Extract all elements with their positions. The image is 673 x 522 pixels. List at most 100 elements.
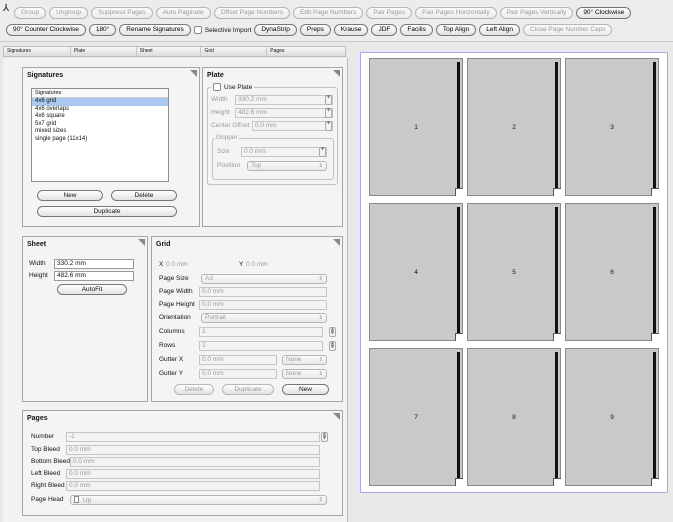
list-item[interactable]: 4x6 overlaps: [32, 106, 168, 114]
signatures-list-header: Signatures: [32, 89, 168, 98]
rows-field[interactable]: 1: [199, 341, 323, 351]
page-tile[interactable]: 4: [369, 203, 463, 341]
top-bleed-field[interactable]: 0.0 mm: [66, 445, 320, 455]
bottom-bleed-field[interactable]: 0.0 mm: [70, 457, 320, 467]
page-tile[interactable]: 1: [369, 58, 463, 196]
panel-resize-icon[interactable]: [190, 70, 197, 77]
gutter-x-mode-select[interactable]: None ⇕: [282, 355, 327, 365]
list-item[interactable]: single page (11x14): [32, 136, 168, 144]
page-size-select[interactable]: A3 ⇕: [201, 274, 327, 284]
delete-signature-button[interactable]: Delete: [111, 190, 177, 201]
use-plate-checkbox[interactable]: Use Plate: [211, 83, 255, 91]
auto-paginate-button[interactable]: Auto Paginate: [155, 7, 211, 19]
panel-resize-icon[interactable]: [333, 239, 340, 246]
selective-import-checkbox[interactable]: Selective Import: [193, 26, 252, 34]
plate-width-field[interactable]: 330.2 mm: [235, 95, 333, 105]
grid-x-field[interactable]: 0.0 mm: [166, 261, 188, 268]
list-item[interactable]: mixed sizes: [32, 128, 168, 136]
gripper-position-select[interactable]: Top ⇕: [247, 161, 327, 171]
new-grid-button[interactable]: New: [282, 384, 329, 395]
page-tile[interactable]: 3: [565, 58, 659, 196]
page-tile[interactable]: 6: [565, 203, 659, 341]
page-tile[interactable]: 2: [467, 58, 561, 196]
suppress-pages-button[interactable]: Suppress Pages: [91, 7, 153, 19]
list-item[interactable]: 5x7 grid: [32, 121, 168, 129]
column-sheet[interactable]: Sheet: [137, 47, 202, 56]
rename-signatures-button[interactable]: Rename Signatures: [119, 24, 191, 36]
rows-stepper-icon[interactable]: ▲ ▼: [329, 341, 336, 351]
panel-resize-icon[interactable]: [333, 70, 340, 77]
page-width-field[interactable]: 0.0 mm: [199, 287, 327, 297]
edit-page-numbers-button[interactable]: Edit Page Numbers: [292, 7, 364, 19]
checkbox-box[interactable]: [213, 83, 221, 91]
panel-resize-icon[interactable]: [138, 239, 145, 246]
column-pages[interactable]: Pages: [267, 47, 345, 56]
group-button[interactable]: Group: [14, 7, 47, 19]
grid-y-field[interactable]: 0.0 mm: [246, 261, 268, 268]
list-item[interactable]: 4x6 grid: [32, 98, 168, 106]
delete-grid-button[interactable]: Delete: [174, 384, 214, 395]
page-number-field[interactable]: -1: [66, 432, 320, 442]
sheet-height-field[interactable]: 482.6 mm: [54, 271, 134, 281]
column-grid[interactable]: Grid: [201, 47, 268, 56]
page-tile[interactable]: 5: [467, 203, 561, 341]
pair-pages-horizontally-button[interactable]: Pair Pages Horizontally: [415, 7, 497, 19]
page-head-select[interactable]: Up ⇕: [70, 495, 327, 505]
jdf-button[interactable]: JDF: [371, 24, 398, 36]
top-align-button[interactable]: Top Align: [435, 24, 477, 36]
center-offset-label: Center Offset: [211, 122, 250, 129]
gutter-y-field[interactable]: 0.0 mm: [199, 369, 277, 379]
ungroup-button[interactable]: Ungroup: [49, 7, 89, 19]
90-deg-clockwise-button[interactable]: 90° Clockwise: [576, 7, 632, 19]
rows-label: Rows: [159, 342, 176, 349]
corner-fold-icon: [455, 478, 463, 486]
page-tile[interactable]: 9: [565, 348, 659, 486]
gripper-size-field[interactable]: 0.0 mm: [241, 147, 327, 157]
right-bleed-field[interactable]: 0.0 mm: [66, 481, 320, 491]
left-bleed-field[interactable]: 0.0 mm: [66, 469, 320, 479]
facilis-button[interactable]: Facilis: [400, 24, 433, 36]
close-page-number-caps-button[interactable]: Close Page Number Caps: [522, 24, 613, 36]
columns-stepper-icon[interactable]: ▲ ▼: [329, 327, 336, 337]
duplicate-signature-button[interactable]: Duplicate: [37, 206, 177, 217]
dynastrip-button[interactable]: DynaStrip: [254, 24, 297, 36]
pair-pages-vertically-button[interactable]: Pair Pages Vertically: [499, 7, 574, 19]
plate-width-dropdown-icon[interactable]: ▼: [325, 95, 332, 105]
page-number-label: 5: [512, 268, 516, 276]
corner-fold-icon: [651, 478, 659, 486]
plate-height-dropdown-icon[interactable]: ▼: [325, 108, 332, 118]
page-height-field[interactable]: 0.0 mm: [199, 300, 327, 310]
center-offset-field[interactable]: 0.0 mm: [252, 121, 333, 131]
pair-pages-button[interactable]: Pair Pages: [366, 7, 413, 19]
gripper-size-dropdown-icon[interactable]: ▼: [319, 147, 326, 157]
center-offset-dropdown-icon[interactable]: ▼: [325, 121, 332, 131]
180-deg-button[interactable]: 180°: [88, 24, 117, 36]
gutter-y-mode-select[interactable]: None ⇕: [282, 369, 327, 379]
left-align-button[interactable]: Left Align: [479, 24, 520, 36]
panel-resize-icon[interactable]: [333, 413, 340, 420]
preps-button[interactable]: Preps: [299, 24, 331, 36]
sheet-width-field[interactable]: 330.2 mm: [54, 259, 134, 269]
top-bleed-label: Top Bleed: [31, 446, 60, 453]
krause-button[interactable]: Krause: [333, 24, 369, 36]
gutter-x-field[interactable]: 0.0 mm: [199, 355, 277, 365]
offset-page-numbers-button[interactable]: Offset Page Numbers: [213, 7, 290, 19]
column-signatures[interactable]: Signatures: [4, 47, 71, 56]
duplicate-grid-button[interactable]: Duplicate: [222, 384, 274, 395]
orientation-select[interactable]: Portrait ⇕: [201, 313, 327, 323]
plate-height-field[interactable]: 482.6 mm: [235, 108, 333, 118]
columns-field[interactable]: 1: [199, 327, 323, 337]
page-number-stepper-icon[interactable]: ▲ ▼: [321, 432, 328, 442]
signatures-list[interactable]: Signatures 4x6 grid 4x6 overlaps 4x6 squar…: [31, 88, 169, 182]
autofit-button[interactable]: AutoFit: [57, 284, 127, 295]
column-plate[interactable]: Plate: [71, 47, 137, 56]
chevron-updown-icon: ⇕: [318, 357, 323, 363]
selective-import-label: Selective Import: [204, 26, 252, 34]
90-deg-counter-clockwise-button[interactable]: 90° Counter Clockwise: [6, 24, 86, 36]
list-item[interactable]: 4x6 square: [32, 113, 168, 121]
press-sheet-preview[interactable]: 1 2 3 4 5 6 7 8 9: [360, 52, 668, 493]
checkbox-box[interactable]: [193, 26, 202, 34]
page-tile[interactable]: 7: [369, 348, 463, 486]
page-tile[interactable]: 8: [467, 348, 561, 486]
new-signature-button[interactable]: New: [37, 190, 103, 201]
